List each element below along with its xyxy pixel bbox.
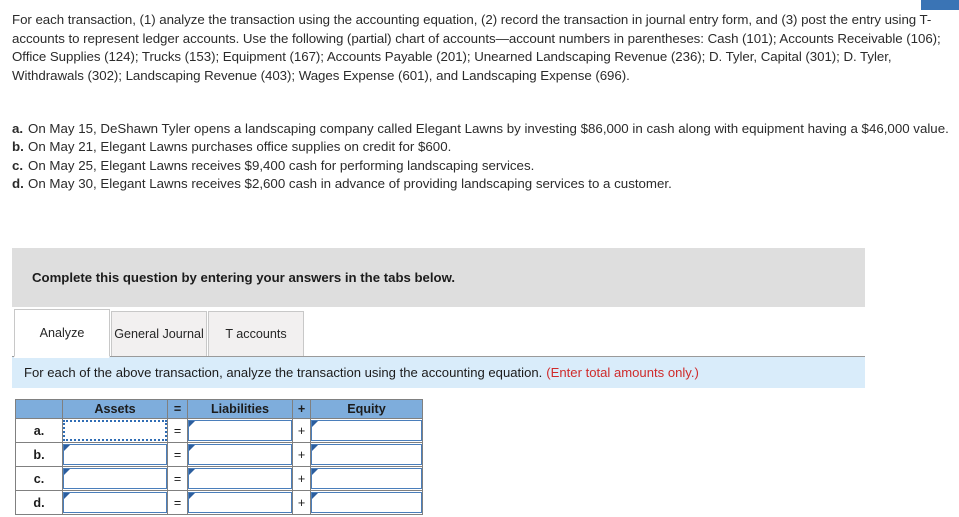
list-item-marker: b. xyxy=(12,139,24,155)
equity-cell-d[interactable] xyxy=(310,490,423,515)
liabilities-cell-c[interactable] xyxy=(187,466,293,491)
instruction-banner: Complete this question by entering your … xyxy=(12,248,865,307)
assets-input-wrapper-a[interactable] xyxy=(63,420,167,441)
equity-input-wrapper-a[interactable] xyxy=(311,420,422,441)
assets-input-wrapper-c[interactable] xyxy=(63,468,167,489)
equity-cell-c[interactable] xyxy=(310,466,423,491)
list-item-text: On May 21, Elegant Lawns purchases offic… xyxy=(28,139,452,155)
col-header-equals: = xyxy=(167,399,188,419)
liabilities-input-a[interactable] xyxy=(189,421,291,440)
equity-input-wrapper-c[interactable] xyxy=(311,468,422,489)
plus-sign-a: + xyxy=(292,418,311,443)
assets-input-a[interactable] xyxy=(65,422,165,440)
liabilities-input-b[interactable] xyxy=(189,445,291,464)
tab-analyze-label: Analyze xyxy=(39,325,85,340)
plus-sign-d: + xyxy=(292,490,311,515)
col-header-liabilities: Liabilities xyxy=(187,399,293,419)
assets-input-c[interactable] xyxy=(64,469,166,488)
tab-instruction-bar: For each of the above transaction, analy… xyxy=(12,356,865,388)
table-row: c. = + xyxy=(15,466,423,491)
equity-input-wrapper-d[interactable] xyxy=(311,492,422,513)
liabilities-input-d[interactable] xyxy=(189,493,291,512)
row-label-a: a. xyxy=(15,418,63,443)
equity-input-c[interactable] xyxy=(312,469,421,488)
equity-input-a[interactable] xyxy=(312,421,421,440)
list-item: a. On May 15, DeShawn Tyler opens a land… xyxy=(12,120,956,138)
question-page: For each transaction, (1) analyze the tr… xyxy=(0,0,959,517)
equity-cell-a[interactable] xyxy=(310,418,423,443)
equity-input-d[interactable] xyxy=(312,493,421,512)
equals-sign-d: = xyxy=(167,490,188,515)
tab-general-journal-label: General Journal xyxy=(114,326,204,341)
plus-sign-c: + xyxy=(292,466,311,491)
assets-cell-c[interactable] xyxy=(62,466,168,491)
col-header-blank xyxy=(15,399,63,419)
liabilities-cell-a[interactable] xyxy=(187,418,293,443)
assets-cell-d[interactable] xyxy=(62,490,168,515)
liabilities-input-wrapper-c[interactable] xyxy=(188,468,292,489)
equals-sign-a: = xyxy=(167,418,188,443)
tab-strip: Analyze General Journal T accounts xyxy=(14,309,865,357)
list-item: b. On May 21, Elegant Lawns purchases of… xyxy=(12,138,956,156)
tab-general-journal[interactable]: General Journal xyxy=(111,311,207,357)
row-label-d: d. xyxy=(15,490,63,515)
list-item-text: On May 30, Elegant Lawns receives $2,600… xyxy=(28,176,672,192)
liabilities-input-wrapper-d[interactable] xyxy=(188,492,292,513)
transaction-list: a. On May 15, DeShawn Tyler opens a land… xyxy=(12,120,956,194)
tab-instruction-note: (Enter total amounts only.) xyxy=(546,365,699,380)
assets-input-b[interactable] xyxy=(64,445,166,464)
assets-input-wrapper-d[interactable] xyxy=(63,492,167,513)
list-item-text: On May 15, DeShawn Tyler opens a landsca… xyxy=(28,121,949,136)
table-row: a. = + xyxy=(15,418,423,443)
tab-t-accounts[interactable]: T accounts xyxy=(208,311,304,357)
liabilities-cell-b[interactable] xyxy=(187,442,293,467)
intro-paragraph: For each transaction, (1) analyze the tr… xyxy=(12,12,941,83)
list-item: d. On May 30, Elegant Lawns receives $2,… xyxy=(12,175,956,193)
list-item-marker: d. xyxy=(12,176,24,192)
col-header-equity: Equity xyxy=(310,399,423,419)
liabilities-input-c[interactable] xyxy=(189,469,291,488)
plus-sign-b: + xyxy=(292,442,311,467)
equity-cell-b[interactable] xyxy=(310,442,423,467)
liabilities-cell-d[interactable] xyxy=(187,490,293,515)
list-item-text: On May 25, Elegant Lawns receives $9,400… xyxy=(28,157,535,173)
accounting-equation-table: Assets = Liabilities + Equity a. = + b. … xyxy=(15,399,423,515)
tab-instruction-text: For each of the above transaction, analy… xyxy=(24,365,543,380)
liabilities-input-wrapper-b[interactable] xyxy=(188,444,292,465)
table-row: d. = + xyxy=(15,490,423,515)
list-item-marker: c. xyxy=(12,157,24,173)
equity-input-wrapper-b[interactable] xyxy=(311,444,422,465)
table-header-row: Assets = Liabilities + Equity xyxy=(15,399,423,419)
table-row: b. = + xyxy=(15,442,423,467)
assets-input-wrapper-b[interactable] xyxy=(63,444,167,465)
col-header-plus: + xyxy=(292,399,311,419)
tab-analyze[interactable]: Analyze xyxy=(14,309,110,357)
row-label-c: c. xyxy=(15,466,63,491)
list-item: c. On May 25, Elegant Lawns receives $9,… xyxy=(12,157,956,175)
assets-cell-a[interactable] xyxy=(62,418,168,443)
equals-sign-b: = xyxy=(167,442,188,467)
list-item-marker: a. xyxy=(12,121,24,136)
equity-input-b[interactable] xyxy=(312,445,421,464)
equals-sign-c: = xyxy=(167,466,188,491)
row-label-b: b. xyxy=(15,442,63,467)
instruction-banner-text: Complete this question by entering your … xyxy=(32,270,456,285)
liabilities-input-wrapper-a[interactable] xyxy=(188,420,292,441)
tab-t-accounts-label: T accounts xyxy=(225,326,287,341)
submit-button-partial[interactable] xyxy=(921,0,959,10)
col-header-assets: Assets xyxy=(62,399,168,419)
assets-cell-b[interactable] xyxy=(62,442,168,467)
assets-input-d[interactable] xyxy=(64,493,166,512)
